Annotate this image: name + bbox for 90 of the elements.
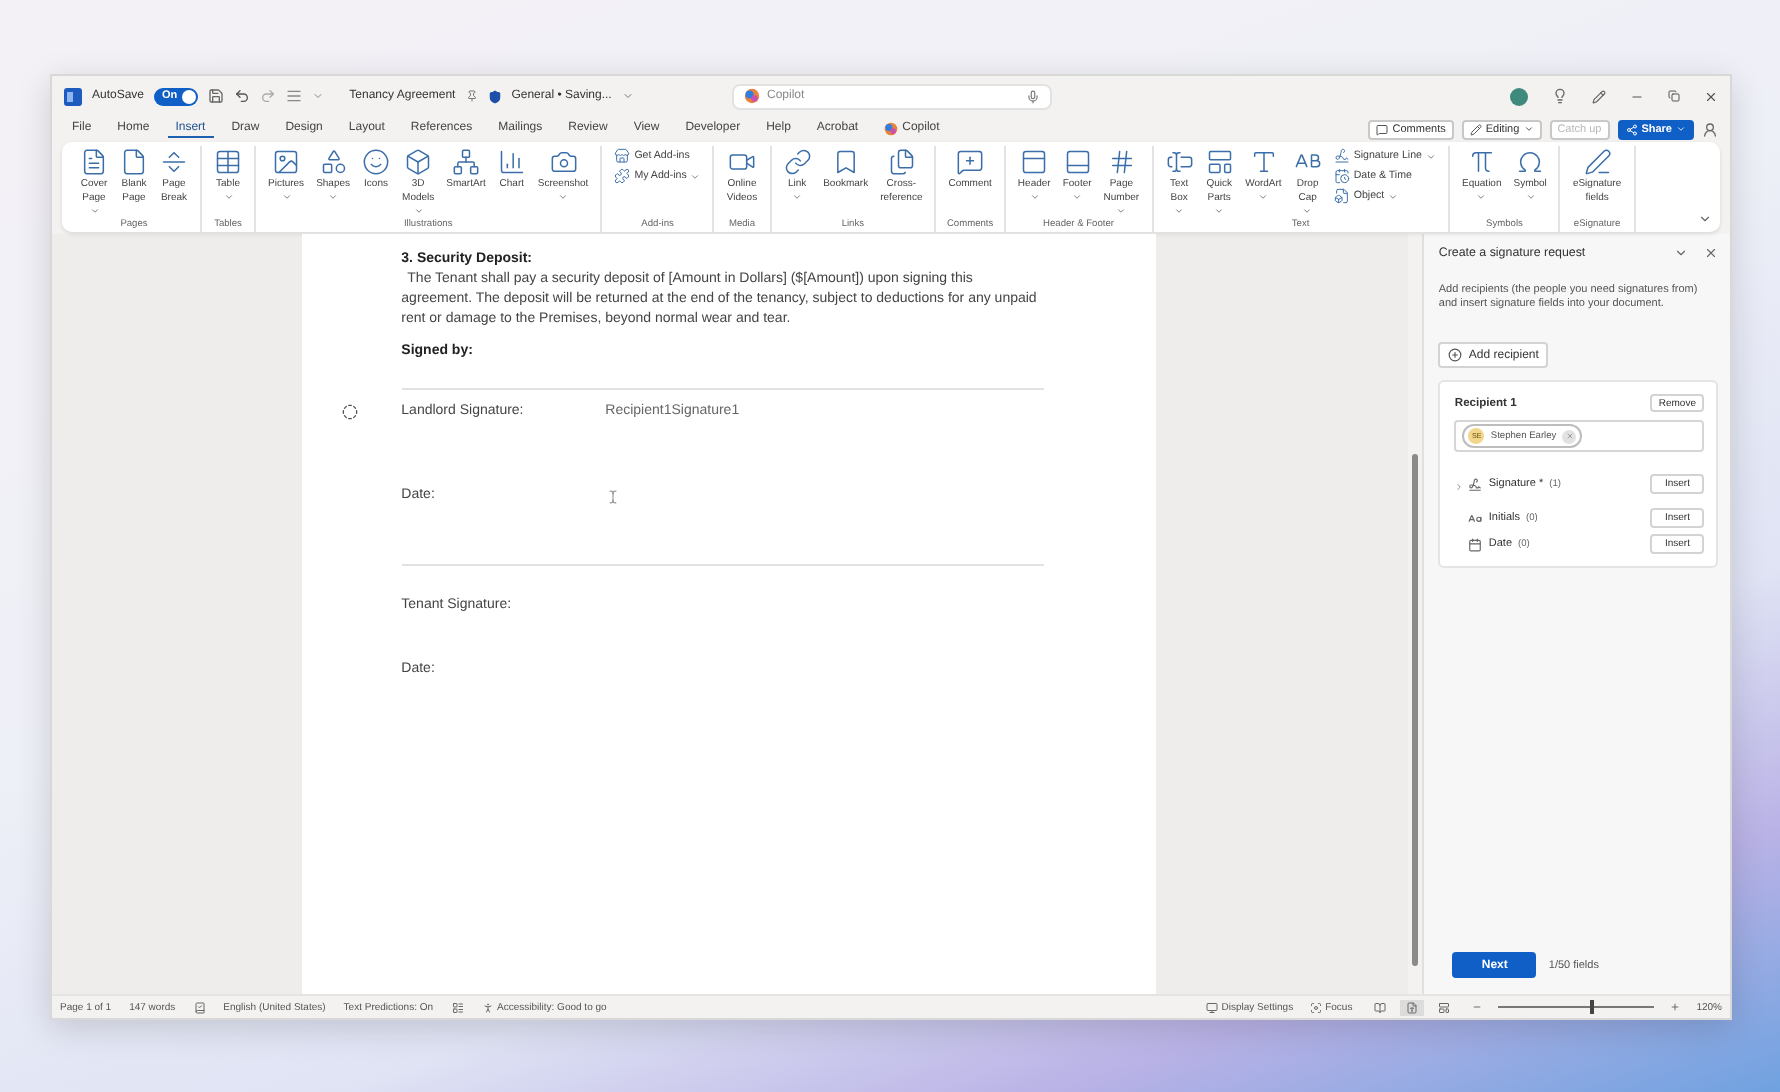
caret-icon bbox=[558, 192, 569, 202]
caret-icon bbox=[1525, 192, 1536, 202]
header-icon bbox=[1020, 148, 1049, 176]
text-box-icon bbox=[1165, 148, 1194, 176]
zoom-in-icon[interactable] bbox=[1670, 1002, 1681, 1012]
hash-icon bbox=[1107, 148, 1136, 176]
share-icon bbox=[1625, 123, 1638, 135]
macro-icon[interactable] bbox=[451, 1001, 464, 1013]
letters-icon bbox=[1468, 511, 1483, 525]
scrollbar[interactable] bbox=[1408, 234, 1423, 994]
accessibility-icon bbox=[481, 1001, 494, 1013]
pi-icon bbox=[1467, 148, 1496, 176]
caret-icon bbox=[328, 192, 339, 202]
signature-marker-icon bbox=[341, 404, 358, 420]
collapse-icon[interactable] bbox=[1698, 212, 1712, 226]
caret-icon bbox=[89, 206, 99, 216]
close-icon[interactable] bbox=[1704, 246, 1718, 260]
footer-icon bbox=[1063, 148, 1092, 176]
redo-icon[interactable] bbox=[259, 88, 276, 104]
caret-icon bbox=[1388, 191, 1399, 201]
monitor-icon bbox=[1205, 1001, 1218, 1013]
puzzle-icon bbox=[614, 168, 631, 184]
restore-icon[interactable] bbox=[1668, 90, 1680, 102]
caret-icon bbox=[1676, 124, 1686, 134]
files-icon bbox=[887, 148, 916, 176]
omega-icon bbox=[1516, 148, 1545, 176]
zoom-out-icon[interactable] bbox=[1472, 1002, 1483, 1012]
smiley-icon bbox=[362, 148, 391, 176]
comment-icon bbox=[1376, 123, 1389, 135]
caret-icon bbox=[690, 171, 701, 181]
save-icon[interactable] bbox=[207, 88, 224, 104]
calendar-icon bbox=[1468, 537, 1483, 551]
signature-icon bbox=[1468, 477, 1483, 491]
caret-icon bbox=[1214, 206, 1225, 216]
object-icon bbox=[1333, 188, 1350, 204]
caret-icon bbox=[1029, 192, 1040, 202]
caret-icon bbox=[1523, 124, 1534, 134]
text-cursor-icon bbox=[605, 489, 620, 503]
bar-chart-icon bbox=[497, 148, 526, 176]
text-style-icon bbox=[1249, 148, 1278, 176]
camera-icon bbox=[549, 148, 578, 176]
caret-icon bbox=[792, 192, 803, 202]
customize-icon[interactable] bbox=[285, 88, 302, 104]
caret-icon bbox=[1258, 192, 1269, 202]
caret-icon bbox=[281, 192, 292, 202]
store-icon bbox=[614, 148, 631, 164]
person-icon[interactable] bbox=[1702, 121, 1718, 137]
chevron-icon[interactable] bbox=[1674, 246, 1688, 260]
app-logo-icon bbox=[64, 87, 82, 105]
bookmark-icon bbox=[831, 148, 860, 176]
caret-icon bbox=[1174, 206, 1185, 216]
pen-icon bbox=[1583, 148, 1612, 176]
picture-icon bbox=[272, 148, 301, 176]
page-break-icon bbox=[160, 148, 188, 176]
cube-icon bbox=[404, 148, 433, 176]
caret-icon bbox=[413, 206, 424, 216]
focus-icon bbox=[1309, 1001, 1322, 1013]
shapes-icon bbox=[319, 148, 348, 176]
expand-icon[interactable] bbox=[1454, 482, 1465, 492]
signature-icon bbox=[1333, 148, 1350, 164]
shield-icon bbox=[487, 89, 502, 103]
pen-icon[interactable] bbox=[1592, 89, 1606, 103]
proofing-icon[interactable] bbox=[193, 1001, 206, 1013]
caret-icon bbox=[1426, 151, 1436, 161]
copilot-logo-icon bbox=[743, 88, 759, 104]
avatar bbox=[1510, 87, 1528, 105]
pen-icon bbox=[1469, 123, 1482, 135]
calendar-clock-icon bbox=[1333, 168, 1350, 184]
pin-icon[interactable] bbox=[465, 90, 478, 102]
document-icon bbox=[80, 148, 108, 176]
remove-icon[interactable] bbox=[1562, 429, 1577, 443]
caret-icon bbox=[1476, 192, 1487, 202]
link-icon bbox=[783, 148, 812, 176]
caret-icon bbox=[223, 192, 233, 202]
caret-icon bbox=[1116, 206, 1127, 216]
view-button[interactable] bbox=[1400, 999, 1425, 1015]
close-icon[interactable] bbox=[1704, 89, 1718, 103]
lightbulb-icon[interactable] bbox=[1552, 88, 1568, 104]
comment-icon bbox=[956, 148, 985, 176]
video-icon bbox=[727, 148, 756, 176]
copilot-logo-icon bbox=[884, 121, 899, 135]
table-icon bbox=[214, 148, 242, 176]
blank-page-icon bbox=[120, 148, 148, 176]
microphone-icon[interactable] bbox=[1025, 89, 1039, 103]
caret-icon bbox=[1072, 192, 1083, 202]
template-icon bbox=[1205, 148, 1234, 176]
caret-icon bbox=[1302, 206, 1313, 216]
plus-icon bbox=[1448, 348, 1463, 362]
undo-icon[interactable] bbox=[233, 88, 250, 104]
diagram-icon bbox=[452, 148, 481, 176]
